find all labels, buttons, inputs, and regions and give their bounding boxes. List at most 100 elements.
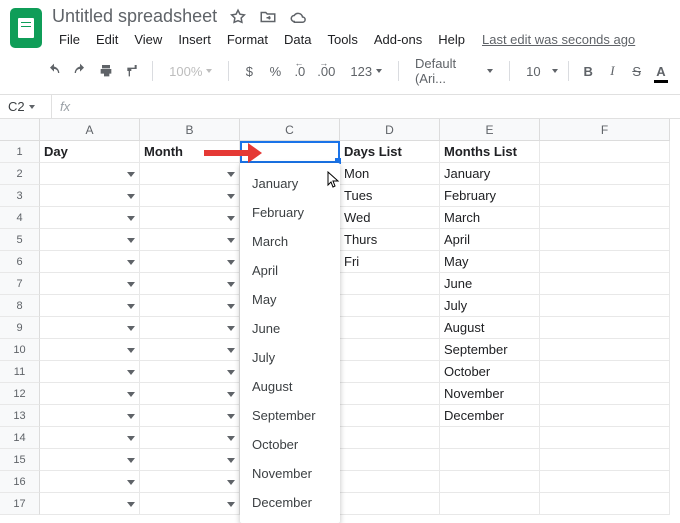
dropdown-item[interactable]: July <box>240 343 340 372</box>
name-box[interactable]: C2 <box>0 95 52 118</box>
cell-D5[interactable]: Thurs <box>340 229 440 251</box>
menu-data[interactable]: Data <box>277 29 318 50</box>
menu-insert[interactable]: Insert <box>171 29 218 50</box>
cell-A12[interactable] <box>40 383 140 405</box>
cell-A13[interactable] <box>40 405 140 427</box>
zoom-select[interactable]: 100% <box>163 64 218 79</box>
dropdown-item[interactable]: December <box>240 488 340 517</box>
cell-A4[interactable] <box>40 207 140 229</box>
cell-D11[interactable] <box>340 361 440 383</box>
cell-E12[interactable]: November <box>440 383 540 405</box>
dropdown-arrow-icon[interactable] <box>227 172 235 177</box>
row-header-3[interactable]: 3 <box>0 185 40 207</box>
menu-format[interactable]: Format <box>220 29 275 50</box>
document-name[interactable]: Untitled spreadsheet <box>52 6 217 27</box>
col-header-B[interactable]: B <box>140 119 240 141</box>
dropdown-arrow-icon[interactable] <box>127 392 135 397</box>
dropdown-arrow-icon[interactable] <box>227 282 235 287</box>
dropdown-arrow-icon[interactable] <box>127 172 135 177</box>
cell-D2[interactable]: Mon <box>340 163 440 185</box>
cell-E3[interactable]: February <box>440 185 540 207</box>
row-header-13[interactable]: 13 <box>0 405 40 427</box>
font-select[interactable]: Default (Ari... <box>409 56 499 86</box>
dropdown-item[interactable]: August <box>240 372 340 401</box>
data-validation-dropdown[interactable]: JanuaryFebruaryMarchAprilMayJuneJulyAugu… <box>240 163 340 523</box>
dropdown-arrow-icon[interactable] <box>127 502 135 507</box>
cell-A7[interactable] <box>40 273 140 295</box>
dropdown-arrow-icon[interactable] <box>127 480 135 485</box>
dropdown-item[interactable]: March <box>240 227 340 256</box>
cell-D17[interactable] <box>340 493 440 515</box>
dropdown-arrow-icon[interactable] <box>127 216 135 221</box>
select-all-corner[interactable] <box>0 119 40 141</box>
row-header-2[interactable]: 2 <box>0 163 40 185</box>
cell-F13[interactable] <box>540 405 670 427</box>
dropdown-arrow-icon[interactable] <box>227 326 235 331</box>
decrease-decimal-button[interactable]: .0← <box>291 60 308 82</box>
row-header-15[interactable]: 15 <box>0 449 40 471</box>
menu-file[interactable]: File <box>52 29 87 50</box>
dropdown-arrow-icon[interactable] <box>227 392 235 397</box>
cell-F12[interactable] <box>540 383 670 405</box>
cell-B15[interactable] <box>140 449 240 471</box>
cell-B13[interactable] <box>140 405 240 427</box>
cell-E9[interactable]: August <box>440 317 540 339</box>
cell-B10[interactable] <box>140 339 240 361</box>
dropdown-item[interactable]: April <box>240 256 340 285</box>
cell-F10[interactable] <box>540 339 670 361</box>
dropdown-item[interactable]: October <box>240 430 340 459</box>
currency-button[interactable]: $ <box>239 60 259 82</box>
dropdown-item[interactable]: September <box>240 401 340 430</box>
spreadsheet-grid[interactable]: A B C D E F 1DayMonthDays ListMonths Lis… <box>0 119 680 515</box>
cell-D8[interactable] <box>340 295 440 317</box>
cell-B3[interactable] <box>140 185 240 207</box>
italic-button[interactable]: I <box>603 60 621 82</box>
cell-F9[interactable] <box>540 317 670 339</box>
cell-D1[interactable]: Days List <box>340 141 440 163</box>
dropdown-arrow-icon[interactable] <box>227 238 235 243</box>
menu-tools[interactable]: Tools <box>320 29 364 50</box>
dropdown-arrow-icon[interactable] <box>127 414 135 419</box>
menu-view[interactable]: View <box>127 29 169 50</box>
cell-E16[interactable] <box>440 471 540 493</box>
cell-E2[interactable]: January <box>440 163 540 185</box>
dropdown-item[interactable]: June <box>240 314 340 343</box>
cell-E13[interactable]: December <box>440 405 540 427</box>
cell-B14[interactable] <box>140 427 240 449</box>
cell-B6[interactable] <box>140 251 240 273</box>
cell-F7[interactable] <box>540 273 670 295</box>
col-header-D[interactable]: D <box>340 119 440 141</box>
sheets-logo[interactable] <box>10 8 42 48</box>
percent-button[interactable]: % <box>265 60 285 82</box>
cell-B12[interactable] <box>140 383 240 405</box>
dropdown-arrow-icon[interactable] <box>127 326 135 331</box>
cell-D15[interactable] <box>340 449 440 471</box>
cell-D13[interactable] <box>340 405 440 427</box>
cell-A14[interactable] <box>40 427 140 449</box>
cell-B17[interactable] <box>140 493 240 515</box>
menu-addons[interactable]: Add-ons <box>367 29 429 50</box>
row-header-8[interactable]: 8 <box>0 295 40 317</box>
row-header-16[interactable]: 16 <box>0 471 40 493</box>
row-header-7[interactable]: 7 <box>0 273 40 295</box>
cell-A2[interactable] <box>40 163 140 185</box>
print-button[interactable] <box>96 60 116 82</box>
dropdown-item[interactable]: January <box>240 169 340 198</box>
dropdown-arrow-icon[interactable] <box>227 260 235 265</box>
dropdown-arrow-icon[interactable] <box>227 458 235 463</box>
dropdown-arrow-icon[interactable] <box>227 414 235 419</box>
row-header-17[interactable]: 17 <box>0 493 40 515</box>
row-header-6[interactable]: 6 <box>0 251 40 273</box>
row-header-11[interactable]: 11 <box>0 361 40 383</box>
cell-A6[interactable] <box>40 251 140 273</box>
col-header-A[interactable]: A <box>40 119 140 141</box>
cell-D16[interactable] <box>340 471 440 493</box>
cell-E7[interactable]: June <box>440 273 540 295</box>
dropdown-arrow-icon[interactable] <box>227 194 235 199</box>
menu-edit[interactable]: Edit <box>89 29 125 50</box>
dropdown-arrow-icon[interactable] <box>127 260 135 265</box>
col-header-E[interactable]: E <box>440 119 540 141</box>
dropdown-arrow-icon[interactable] <box>227 348 235 353</box>
number-format-select[interactable]: 123 <box>344 64 388 79</box>
cell-F15[interactable] <box>540 449 670 471</box>
